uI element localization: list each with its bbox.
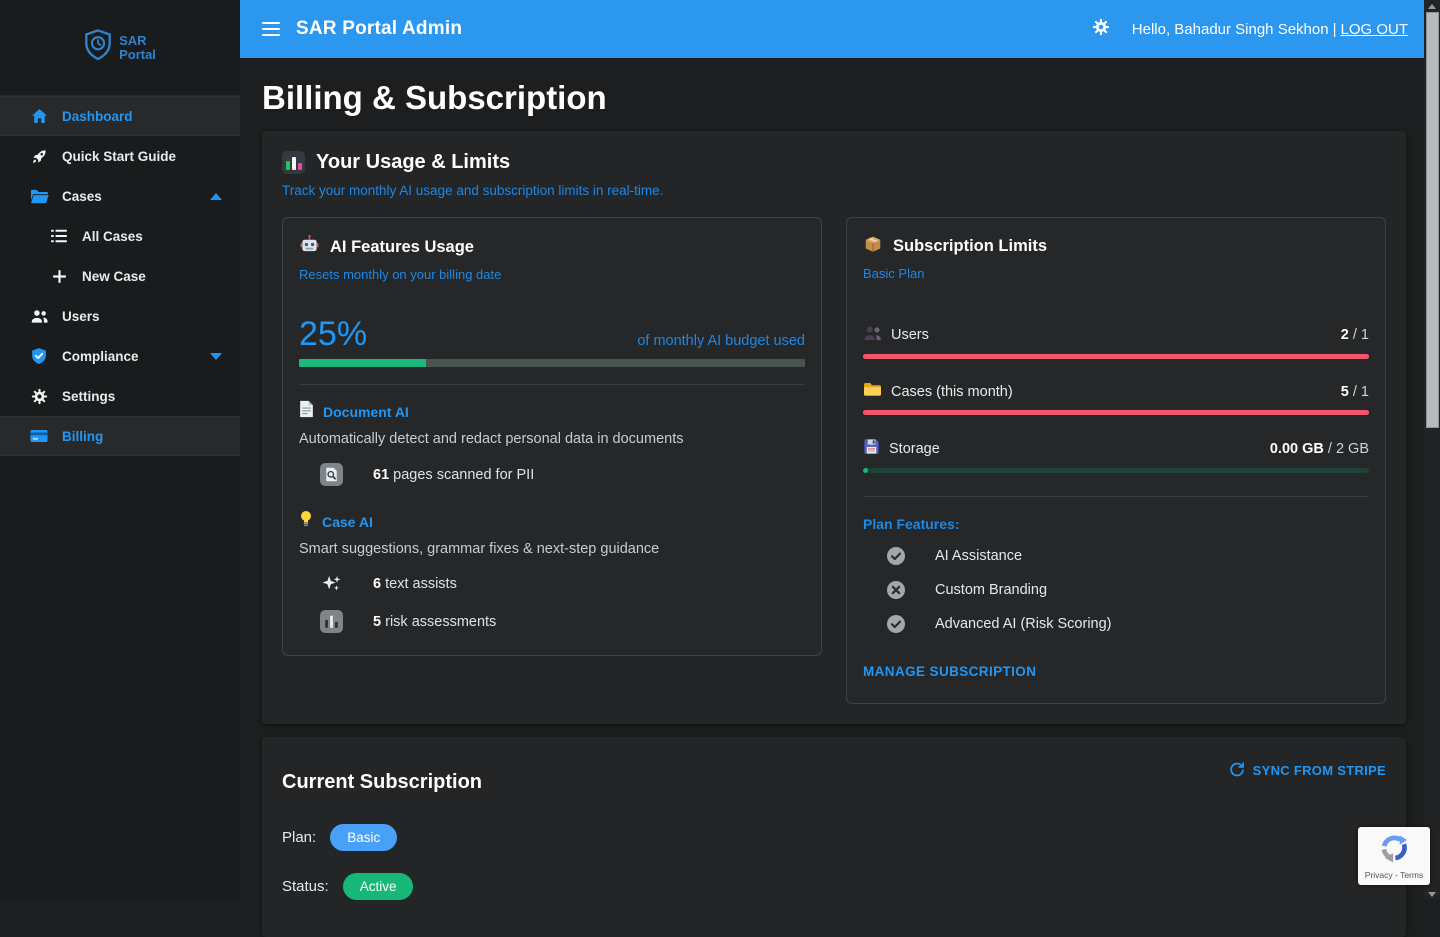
ai-features-usage-card: AI Features Usage Resets monthly on your… [282,217,822,656]
shield-clock-logo-icon [84,29,112,66]
sidebar-item-cases[interactable]: Cases [0,176,240,216]
logout-link[interactable]: LOG OUT [1340,21,1408,38]
user-greeting: Hello, Bahadur Singh Sekhon |LOG OUT [1132,21,1408,38]
scrollbar-thumb[interactable] [1426,12,1439,428]
divider [863,496,1369,497]
check-circle-icon [885,546,907,566]
sidebar-item-compliance[interactable]: Compliance [0,336,240,376]
sidebar-item-billing[interactable]: Billing [0,416,240,456]
main-content: Billing & Subscription Your Usage & Limi… [240,58,1424,900]
usage-section-title: Your Usage & Limits [316,151,510,174]
separator: | [1333,21,1337,38]
limit-row-storage: Storage 0.00 GB / 2 GB [863,438,1369,473]
storage-limit-bar [863,468,1369,473]
ai-budget-note: of monthly AI budget used [637,333,805,352]
document-search-icon [319,463,343,486]
scrollbar[interactable] [1424,0,1440,900]
scrollbar-up-arrow[interactable] [1424,0,1440,12]
sidebar-item-quick-start[interactable]: Quick Start Guide [0,136,240,176]
pages-scanned-stat: 61 pages scanned for PII [319,463,805,486]
app-logo: SAR Portal [0,0,240,96]
plan-features-label: Plan Features: [863,516,1369,532]
ai-budget-progress-bar [299,359,805,367]
current-subscription-card: Current Subscription SYNC FROM STRIPE Pl… [262,737,1406,937]
refresh-icon [1229,761,1245,780]
feature-ai-assistance: AI Assistance [885,546,1369,566]
gear-icon [28,388,50,405]
recaptcha-badge[interactable]: Privacy - Terms [1358,827,1430,885]
sync-from-stripe-button[interactable]: SYNC FROM STRIPE [1229,761,1386,780]
limit-row-users: Users 2 / 1 [863,325,1369,359]
ai-budget-progress-fill [299,359,426,367]
manage-subscription-link[interactable]: MANAGE SUBSCRIPTION [863,664,1036,679]
plus-icon [48,269,70,284]
bar-chart-icon [282,151,305,174]
x-circle-icon [885,580,907,600]
check-circle-icon [885,614,907,634]
status-label: Status: [282,878,329,895]
app-title: SAR Portal Admin [296,18,462,40]
usage-limits-card: Your Usage & Limits Track your monthly A… [262,131,1406,724]
chevron-down-icon [210,353,222,360]
sparkles-icon [319,573,343,594]
sidebar-item-settings[interactable]: Settings [0,376,240,416]
feature-custom-branding: Custom Branding [885,580,1369,600]
document-icon [299,400,314,423]
folder-icon [863,382,882,401]
sidebar-item-dashboard[interactable]: Dashboard [0,96,240,136]
case-ai-title: Case AI [322,514,373,530]
sidebar-item-users[interactable]: Users [0,296,240,336]
sidebar-item-all-cases[interactable]: All Cases [0,216,240,256]
page-title: Billing & Subscription [262,78,1406,118]
limits-plan-name: Basic Plan [863,266,1369,281]
ai-budget-percent: 25% [299,316,367,352]
document-ai-description: Automatically detect and redact personal… [299,431,805,447]
status-badge: Active [343,873,414,900]
shield-check-icon [28,347,50,365]
chevron-up-icon [210,193,222,200]
ai-usage-subtitle: Resets monthly on your billing date [299,267,805,282]
folder-open-icon [28,188,50,204]
hamburger-menu-icon[interactable] [262,20,280,38]
current-subscription-title: Current Subscription [282,771,482,794]
scrollbar-down-arrow[interactable] [1424,888,1440,900]
feature-advanced-ai: Advanced AI (Risk Scoring) [885,614,1369,634]
divider [299,384,805,385]
subscription-limits-card: Subscription Limits Basic Plan Users [846,217,1386,704]
plan-badge: Basic [330,824,397,851]
plan-label: Plan: [282,829,316,846]
sidebar-item-new-case[interactable]: New Case [0,256,240,296]
cases-limit-bar [863,410,1369,415]
recaptcha-privacy-terms[interactable]: Privacy - Terms [1365,870,1423,880]
package-icon [863,234,883,259]
limit-row-cases: Cases (this month) 5 / 1 [863,382,1369,415]
floppy-disk-icon [863,438,880,459]
users-busts-icon [863,325,882,345]
limits-title: Subscription Limits [893,237,1047,256]
sidebar: SAR Portal Dashboard Quick Start Guide C… [0,0,240,900]
recaptcha-logo-icon [1379,833,1409,868]
case-ai-description: Smart suggestions, grammar fixes & next-… [299,541,805,557]
topbar: SAR Portal Admin Hello, Bahadur Singh Se… [240,0,1424,58]
list-icon [48,229,70,243]
credit-card-icon [28,429,50,443]
risk-assessments-stat: 5 risk assessments [319,610,805,633]
usage-section-subtitle: Track your monthly AI usage and subscrip… [282,183,1386,198]
text-assists-stat: 6 text assists [319,573,805,594]
gear-icon-header[interactable] [1092,18,1110,40]
logo-text: SAR Portal [119,34,156,62]
chart-gray-icon [319,610,343,633]
document-ai-title: Document AI [323,404,409,420]
lightbulb-icon [299,510,313,533]
ai-usage-title: AI Features Usage [330,238,474,257]
home-icon [28,108,50,124]
robot-icon [299,234,320,260]
users-icon [28,308,50,324]
rocket-icon [28,148,50,165]
users-limit-bar [863,354,1369,359]
